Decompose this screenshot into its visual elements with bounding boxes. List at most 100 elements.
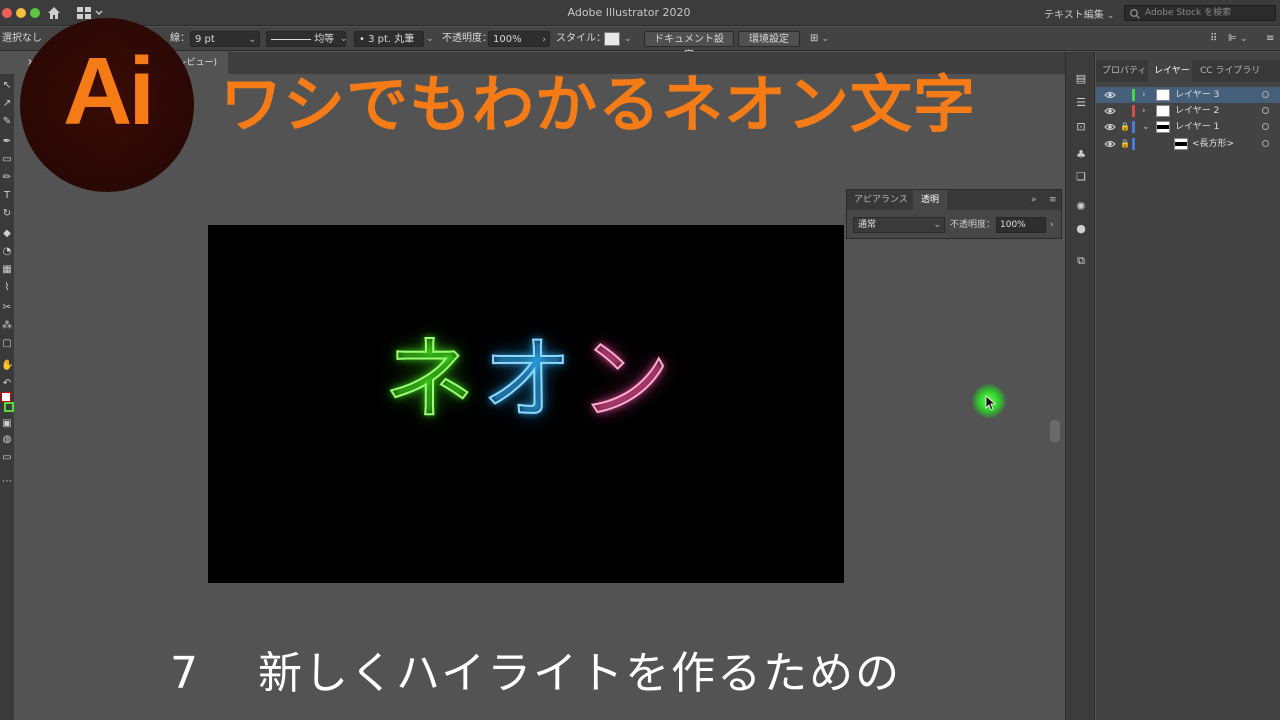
eye-icon[interactable]: [1104, 105, 1116, 117]
layer-name[interactable]: レイヤー 1: [1175, 119, 1219, 135]
stroke-weight-value: 9 pt: [195, 34, 215, 45]
workspace-label: テキスト編集: [1044, 10, 1104, 21]
step-number: 7: [170, 648, 200, 699]
rectangle-tool-icon[interactable]: ▭: [1, 154, 13, 166]
target-circle-icon[interactable]: [1262, 140, 1269, 147]
swap-colors-icon[interactable]: ↶: [1, 378, 13, 390]
chevron-right-icon[interactable]: ›: [1050, 217, 1054, 233]
target-circle-icon[interactable]: [1262, 91, 1269, 98]
tab-cc-libraries[interactable]: CC ライブラリ: [1200, 60, 1260, 82]
chevron-down-icon: ⌄: [248, 35, 256, 45]
tab-transparency[interactable]: 透明: [913, 190, 947, 210]
expand-arrow-icon[interactable]: ›: [1142, 103, 1146, 119]
eye-icon[interactable]: [1104, 121, 1116, 133]
chevron-down-icon[interactable]: ⌄: [426, 31, 434, 47]
layers-panel: プロパティ レイヤー CC ライブラリ › レイヤー 3 › レイヤー 2 🔒 …: [1096, 52, 1280, 720]
neon-char-n[interactable]: ン: [579, 334, 671, 426]
layers-panel-tabs: プロパティ レイヤー CC ライブラリ: [1096, 60, 1280, 82]
eraser-tool-icon[interactable]: ◆: [1, 228, 13, 240]
layer-color-indicator: [1132, 105, 1135, 117]
blend-mode-select[interactable]: 通常 ⌄: [853, 217, 945, 233]
direct-selection-tool-icon[interactable]: ↗: [1, 98, 13, 110]
panel-menu-icon[interactable]: ≡: [1049, 190, 1057, 210]
layer-thumbnail: [1156, 105, 1170, 117]
subtitle-text: 新しくハイライトを作るための: [258, 648, 902, 699]
tab-layers[interactable]: レイヤー: [1148, 60, 1192, 82]
chevron-down-icon[interactable]: ⌄: [340, 31, 348, 47]
eye-icon[interactable]: [1104, 138, 1116, 150]
layer-row-2[interactable]: › レイヤー 2: [1096, 103, 1280, 119]
selection-tool-icon[interactable]: ↖: [1, 80, 13, 92]
more-tools-icon[interactable]: ⋯: [1, 476, 13, 488]
artboards-panel-icon[interactable]: ▤: [1074, 72, 1088, 86]
expand-arrow-icon[interactable]: ›: [1142, 87, 1146, 103]
object-thumbnail: [1174, 138, 1188, 150]
gradient-tool-icon[interactable]: ▦: [1, 264, 13, 276]
eye-icon[interactable]: [1104, 89, 1116, 101]
shape-builder-tool-icon[interactable]: ◔: [1, 246, 13, 258]
symbols-panel-icon[interactable]: ♣: [1074, 148, 1088, 162]
object-name[interactable]: <長方形>: [1192, 136, 1234, 152]
stroke-weight-input[interactable]: 9 pt ⌄: [190, 31, 260, 47]
tab-properties[interactable]: プロパティ: [1102, 60, 1146, 82]
hand-tool-icon[interactable]: ✋: [1, 360, 13, 372]
neon-char-ne[interactable]: ネ: [383, 334, 475, 426]
align-icon[interactable]: ⊫ ⌄: [1228, 31, 1247, 47]
workspace-switcher[interactable]: テキスト編集 ⌄: [1044, 6, 1114, 21]
draw-mode-icon[interactable]: ◍: [1, 434, 13, 446]
lock-icon[interactable]: 🔒: [1120, 136, 1130, 152]
eyedropper-tool-icon[interactable]: ⌇: [1, 282, 13, 294]
symbol-sprayer-tool-icon[interactable]: ⁂: [1, 320, 13, 332]
stock-search-input[interactable]: Adobe Stock を検索: [1124, 5, 1276, 21]
chevron-down-icon[interactable]: ⌄: [624, 31, 632, 47]
profile-line-icon: [271, 38, 311, 40]
transparency-panel-icon[interactable]: ●: [1074, 222, 1088, 236]
pathfinder-panel-icon[interactable]: ⧉: [1074, 254, 1088, 268]
collapse-arrow-icon[interactable]: ⌄: [1142, 119, 1150, 135]
tab-appearance[interactable]: アピアランス: [854, 190, 908, 210]
arrange-documents-icon[interactable]: ⊞ ⌄: [810, 31, 829, 47]
target-circle-icon[interactable]: [1262, 123, 1269, 130]
libraries-panel-icon[interactable]: ☰: [1074, 96, 1088, 110]
brush-definition[interactable]: • 3 pt. 丸筆: [354, 31, 424, 47]
transparency-opacity-value: 100%: [1000, 220, 1026, 230]
preferences-button[interactable]: 環境設定: [738, 31, 800, 47]
document-settings-button[interactable]: ドキュメント設定: [644, 31, 734, 61]
layer-name[interactable]: レイヤー 3: [1175, 87, 1219, 103]
graphic-style-swatch[interactable]: [604, 32, 620, 46]
target-circle-icon[interactable]: [1262, 107, 1269, 114]
color-mode-icon[interactable]: ▣: [1, 418, 13, 430]
subtitle: 7 新しくハイライトを作るための: [170, 652, 901, 696]
blend-tool-icon[interactable]: ✂: [1, 302, 13, 314]
lock-icon[interactable]: 🔒: [1120, 119, 1130, 135]
vertical-scrollbar[interactable]: [1050, 420, 1060, 442]
opacity-value: 100%: [493, 34, 522, 45]
layer-row-1[interactable]: 🔒 ⌄ レイヤー 1: [1096, 119, 1280, 135]
opacity-input[interactable]: 100% ›: [488, 31, 550, 47]
layer-row-rectangle[interactable]: 🔒 <長方形>: [1096, 136, 1280, 152]
pen-tool-icon[interactable]: ✒: [1, 136, 13, 148]
artboard[interactable]: ネ オ ン: [208, 225, 844, 583]
magic-wand-tool-icon[interactable]: ✎: [1, 116, 13, 128]
layer-row-3[interactable]: › レイヤー 3: [1096, 87, 1280, 103]
appearance-panel-icon[interactable]: ✺: [1074, 200, 1088, 214]
variable-width-profile[interactable]: 均等: [266, 31, 346, 47]
artboard-tool-icon[interactable]: ▢: [1, 338, 13, 350]
layer-color-indicator: [1132, 138, 1135, 150]
graphic-styles-panel-icon[interactable]: ❏: [1074, 170, 1088, 184]
menu-icon[interactable]: ≡: [1266, 31, 1274, 47]
layer-name[interactable]: レイヤー 2: [1175, 103, 1219, 119]
fill-swatch[interactable]: [1, 392, 11, 402]
panel-grid-icon[interactable]: ⠿: [1210, 31, 1217, 47]
ai-logo-text: Ai: [63, 38, 155, 145]
screen-mode-icon[interactable]: ▭: [1, 452, 13, 464]
profile-label: 均等: [314, 34, 335, 45]
transparency-opacity-input[interactable]: 100%: [996, 217, 1046, 233]
rotate-tool-icon[interactable]: ↻: [1, 208, 13, 220]
neon-char-o[interactable]: オ: [481, 334, 573, 426]
type-tool-icon[interactable]: T: [1, 190, 13, 202]
stroke-swatch[interactable]: [4, 402, 14, 412]
properties-panel-icon[interactable]: ⊡: [1074, 120, 1088, 134]
pencil-tool-icon[interactable]: ✏: [1, 172, 13, 184]
collapse-icon[interactable]: »: [1031, 190, 1037, 210]
